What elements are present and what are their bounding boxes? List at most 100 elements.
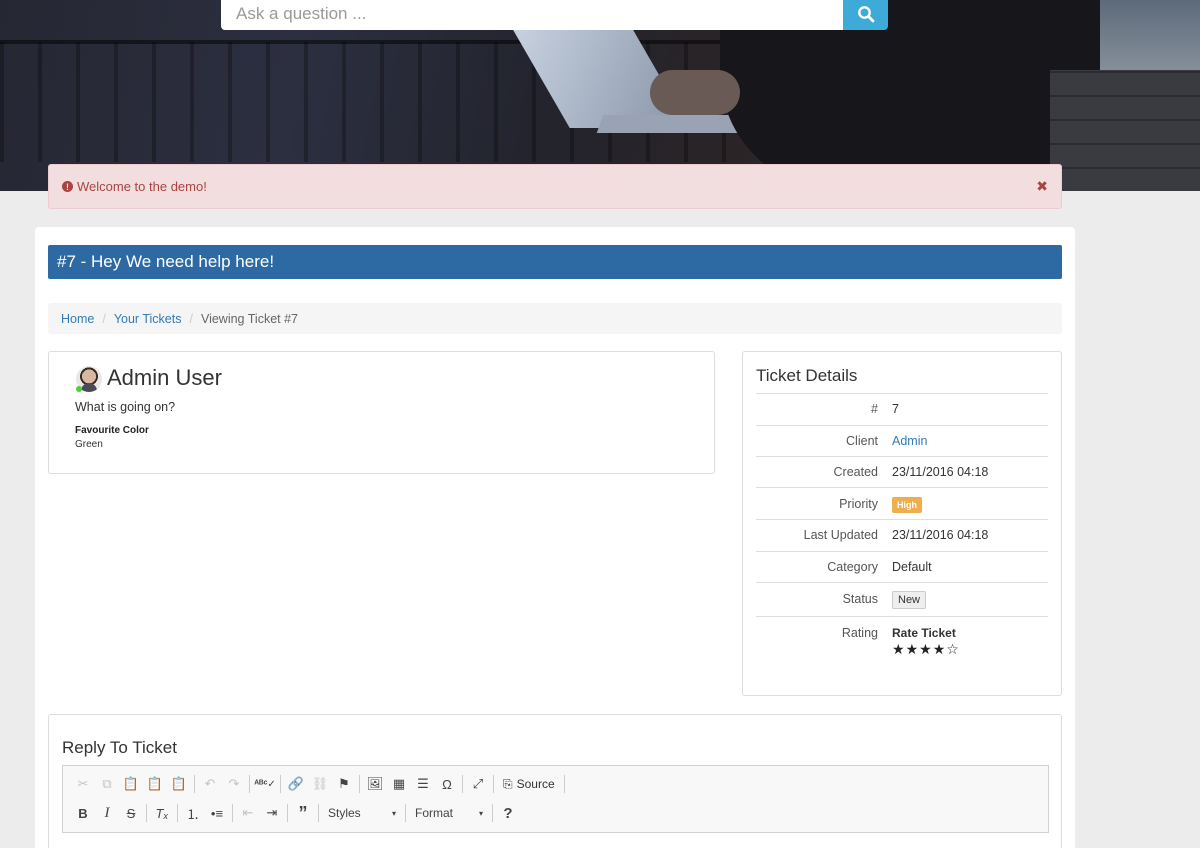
toolbar-separator	[492, 804, 493, 822]
detail-value: 7	[892, 402, 899, 416]
welcome-alert: ! Welcome to the demo! ✖	[48, 164, 1062, 209]
rating-stars: ★★★★☆	[892, 642, 960, 656]
detail-row-created: Created 23/11/2016 04:18	[756, 457, 1048, 487]
detail-key: Client	[846, 434, 878, 448]
toolbar-separator	[177, 804, 178, 822]
status-badge: New	[892, 591, 927, 609]
star-filled-icon[interactable]: ★	[906, 641, 920, 657]
link-icon[interactable]: 🔗	[284, 773, 308, 795]
toolbar-separator	[280, 775, 281, 793]
star-filled-icon[interactable]: ★	[933, 641, 947, 657]
search-input[interactable]	[221, 0, 843, 30]
detail-key: Status	[842, 592, 878, 606]
detail-value: 23/11/2016 04:18	[892, 528, 989, 542]
rich-text-editor: ✂ ⧉ 📋 📋 📋 ↶ ↷ ᴬᴮᶜ✓ 🔗 ⛓ ⚑ 🖼 ▦ ☰ Ω ⤢ ⎘ Sou	[62, 765, 1049, 848]
italic-icon[interactable]: I	[95, 802, 119, 824]
priority-badge: High	[892, 497, 922, 513]
horizontal-rule-icon[interactable]: ☰	[411, 773, 435, 795]
toolbar-separator	[232, 804, 233, 822]
format-dropdown[interactable]: Format ▾	[409, 802, 489, 824]
undo-icon[interactable]: ↶	[198, 773, 222, 795]
exclamation-icon: !	[62, 181, 73, 192]
table-icon[interactable]: ▦	[387, 773, 411, 795]
divider	[756, 487, 1048, 488]
message-author: Admin User	[107, 365, 222, 390]
help-button[interactable]: ?	[496, 802, 520, 824]
detail-row-category: Category Default	[756, 552, 1048, 582]
toolbar-separator	[287, 804, 288, 822]
breadcrumb-your-tickets[interactable]: Your Tickets	[114, 312, 182, 326]
detail-key: Category	[827, 560, 878, 574]
online-status-indicator	[76, 386, 82, 392]
redo-icon[interactable]: ↷	[222, 773, 246, 795]
divider	[756, 616, 1048, 617]
search-button[interactable]	[843, 0, 888, 30]
bulleted-list-icon[interactable]: •≡	[205, 802, 229, 824]
remove-format-icon[interactable]: Tₓ	[150, 802, 174, 824]
format-label: Format	[415, 806, 454, 820]
maximize-icon[interactable]: ⤢	[466, 773, 490, 795]
detail-row-priority: Priority High	[756, 489, 1048, 519]
hero-brick-wall	[1050, 70, 1200, 191]
bold-icon[interactable]: B	[71, 802, 95, 824]
toolbar-separator	[493, 775, 494, 793]
source-label: Source	[516, 777, 555, 791]
source-button[interactable]: ⎘ Source	[497, 777, 561, 792]
unlink-icon[interactable]: ⛓	[308, 773, 332, 795]
cut-icon[interactable]: ✂	[71, 773, 95, 795]
message-text: What is going on?	[75, 400, 176, 414]
image-icon[interactable]: 🖼	[363, 773, 387, 795]
special-char-icon[interactable]: Ω	[435, 773, 459, 795]
strikethrough-icon[interactable]: S	[119, 802, 143, 824]
detail-key: Priority	[839, 497, 878, 511]
chevron-down-icon: ▾	[478, 808, 483, 818]
styles-dropdown[interactable]: Styles ▾	[322, 802, 402, 824]
detail-row-id: # 7	[756, 394, 1048, 424]
star-empty-icon[interactable]: ☆	[946, 641, 960, 657]
detail-key: #	[871, 402, 878, 416]
toolbar-separator	[249, 775, 250, 793]
breadcrumb-current: Viewing Ticket #7	[200, 311, 298, 326]
toolbar-separator	[405, 804, 406, 822]
breadcrumb-separator: /	[102, 311, 106, 326]
ticket-title: #7 - Hey We need help here!	[57, 252, 275, 271]
spellcheck-icon[interactable]: ᴬᴮᶜ✓	[253, 773, 277, 795]
styles-label: Styles	[328, 806, 361, 820]
custom-field-label: Favourite Color	[75, 425, 149, 436]
detail-row-last-updated: Last Updated 23/11/2016 04:18	[756, 520, 1048, 550]
chevron-down-icon: ▾	[391, 808, 396, 818]
numbered-list-icon[interactable]: ⒈	[181, 802, 205, 824]
editor-toolbar-row-1: ✂ ⧉ 📋 📋 📋 ↶ ↷ ᴬᴮᶜ✓ 🔗 ⛓ ⚑ 🖼 ▦ ☰ Ω ⤢ ⎘ Sou	[63, 770, 568, 798]
breadcrumb-home[interactable]: Home	[61, 312, 94, 326]
blockquote-icon[interactable]: ”	[291, 802, 315, 824]
star-filled-icon[interactable]: ★	[892, 641, 906, 657]
breadcrumb-separator: /	[189, 311, 193, 326]
client-link[interactable]: Admin	[892, 434, 927, 448]
star-filled-icon[interactable]: ★	[919, 641, 933, 657]
custom-field-value: Green	[75, 439, 103, 450]
indent-icon[interactable]: ⇥	[260, 802, 284, 824]
outdent-icon[interactable]: ⇤	[236, 802, 260, 824]
detail-key: Last Updated	[803, 528, 878, 542]
paste-word-icon[interactable]: 📋	[167, 773, 191, 795]
detail-row-client: Client Admin	[756, 426, 1048, 456]
copy-icon[interactable]: ⧉	[95, 773, 119, 795]
editor-text-area[interactable]	[62, 832, 1049, 848]
paste-text-icon[interactable]: 📋	[143, 773, 167, 795]
toolbar-separator	[194, 775, 195, 793]
detail-value: Default	[892, 560, 932, 574]
toolbar-separator	[563, 775, 565, 793]
details-heading: Ticket Details	[756, 366, 858, 385]
breadcrumb: Home / Your Tickets / Viewing Ticket #7	[48, 303, 1062, 334]
alert-close-button[interactable]: ✖	[1036, 178, 1048, 195]
ticket-message: Admin User What is going on? Favourite C…	[48, 351, 715, 474]
anchor-flag-icon[interactable]: ⚑	[332, 773, 356, 795]
search-icon	[857, 6, 874, 23]
toolbar-separator	[462, 775, 463, 793]
paste-icon[interactable]: 📋	[119, 773, 143, 795]
detail-value: 23/11/2016 04:18	[892, 465, 989, 479]
detail-row-rating: Rating Rate Ticket ★★★★☆	[756, 618, 1048, 658]
reply-panel: Reply To Ticket ✂ ⧉ 📋 📋 📋 ↶ ↷ ᴬᴮᶜ✓ 🔗 ⛓ ⚑…	[48, 714, 1062, 848]
ticket-details-panel: Ticket Details # 7 Client Admin Created …	[742, 351, 1062, 696]
source-icon: ⎘	[503, 776, 513, 791]
